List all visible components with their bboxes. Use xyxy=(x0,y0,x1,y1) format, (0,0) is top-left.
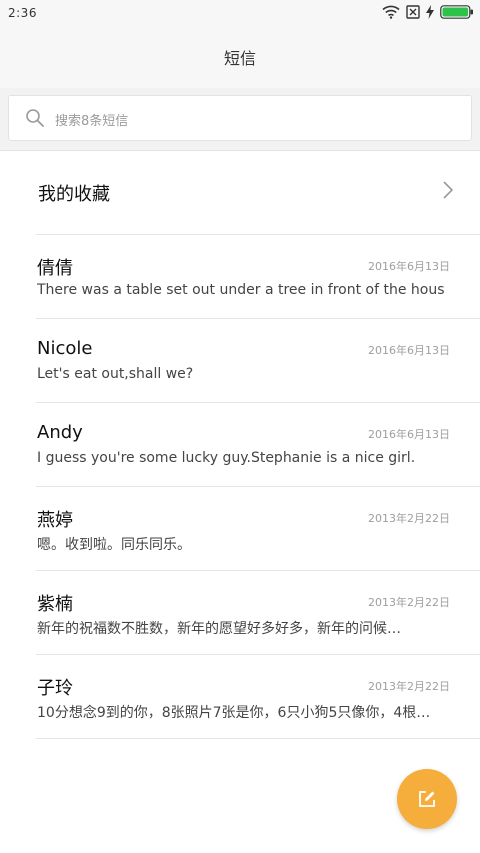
message-preview: I guess you're some lucky guy.Stephanie … xyxy=(37,450,416,466)
message-date: 2016年6月13日 xyxy=(368,344,450,357)
divider xyxy=(36,738,480,739)
conversation-row[interactable]: Nicole 2016年6月13日 Let's eat out,shall we… xyxy=(0,318,480,402)
message-date: 2016年6月13日 xyxy=(368,428,450,441)
battery-icon xyxy=(440,5,473,19)
message-preview: There was a table set out under a tree i… xyxy=(37,282,445,298)
contact-name: 子玲 xyxy=(37,678,73,699)
app-header: 短信 xyxy=(0,26,480,89)
status-bar: 2:36 xyxy=(0,0,480,26)
status-icons xyxy=(382,5,474,19)
no-sim-icon xyxy=(406,5,420,19)
search-icon xyxy=(26,109,44,127)
conversation-row[interactable]: 紫楠 2013年2月22日 新年的祝福数不胜数，新年的愿望好多好多，新年的问候… xyxy=(0,570,480,654)
status-time: 2:36 xyxy=(8,6,37,20)
contact-name: 紫楠 xyxy=(37,594,73,615)
contact-name: Nicole xyxy=(37,338,93,359)
message-preview: 新年的祝福数不胜数，新年的愿望好多好多，新年的问候… xyxy=(37,621,401,637)
message-preview: Let's eat out,shall we? xyxy=(37,366,194,382)
favorites-item[interactable]: 我的收藏 xyxy=(0,150,480,234)
message-date: 2013年2月22日 xyxy=(368,596,450,609)
search-placeholder: 搜索8条短信 xyxy=(55,114,129,129)
contact-name: 燕婷 xyxy=(37,510,73,531)
message-preview: 10分想念9到的你，8张照片7张是你，6只小狗5只像你，4根… xyxy=(37,705,431,721)
contact-name: 倩倩 xyxy=(37,258,73,279)
conversation-row[interactable]: 子玲 2013年2月22日 10分想念9到的你，8张照片7张是你，6只小狗5只像… xyxy=(0,654,480,738)
conversation-row[interactable]: 倩倩 2016年6月13日 There was a table set out … xyxy=(0,234,480,318)
compose-icon xyxy=(419,791,435,807)
conversation-row[interactable]: Andy 2016年6月13日 I guess you're some luck… xyxy=(0,402,480,486)
chevron-right-icon xyxy=(443,181,454,199)
favorites-label: 我的收藏 xyxy=(38,184,110,205)
message-date: 2016年6月13日 xyxy=(368,260,450,273)
contact-name: Andy xyxy=(37,422,83,443)
page-title: 短信 xyxy=(223,49,256,68)
message-date: 2013年2月22日 xyxy=(368,512,450,525)
search-input[interactable]: 搜索8条短信 xyxy=(8,95,472,141)
charging-icon xyxy=(426,5,434,19)
wifi-icon xyxy=(382,5,400,19)
search-area: 搜索8条短信 xyxy=(0,88,480,151)
message-date: 2013年2月22日 xyxy=(368,680,450,693)
compose-button[interactable] xyxy=(397,769,457,829)
conversation-row[interactable]: 燕婷 2013年2月22日 嗯。收到啦。同乐同乐。 xyxy=(0,486,480,570)
message-preview: 嗯。收到啦。同乐同乐。 xyxy=(37,537,191,553)
